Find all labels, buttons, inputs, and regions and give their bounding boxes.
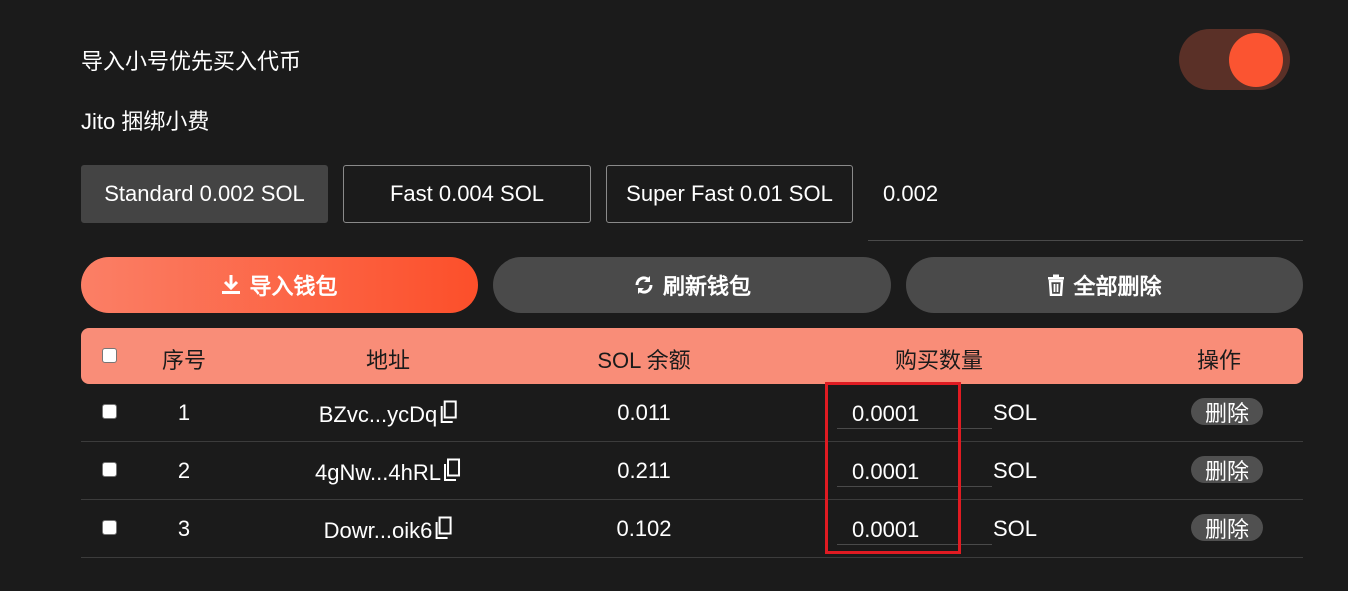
row-address: BZvc...ycDq — [319, 400, 458, 430]
delete-row-button[interactable]: 删除 — [1191, 398, 1263, 426]
header-address: 地址 — [365, 348, 411, 373]
row-checkbox[interactable] — [102, 462, 117, 477]
buy-amount-input[interactable] — [837, 442, 992, 487]
toggle-knob — [1229, 33, 1283, 87]
delete-all-button[interactable]: 全部删除 — [906, 257, 1303, 313]
address-text: 4gNw...4hRL — [315, 460, 441, 485]
jito-tip-label: Jito 捆绑小费 — [81, 109, 210, 134]
wallet-table-header: 序号 地址 SOL 余额 购买数量 操作 — [81, 328, 1303, 384]
row-index: 1 — [177, 400, 191, 425]
header-actions: 操作 — [1196, 348, 1242, 373]
row-index: 2 — [177, 458, 191, 483]
delete-row-button[interactable]: 删除 — [1191, 514, 1263, 542]
address-text: BZvc...ycDq — [318, 402, 438, 427]
row-checkbox[interactable] — [102, 404, 117, 419]
row-index: 3 — [177, 516, 191, 541]
trash-icon — [1047, 274, 1065, 296]
refresh-icon — [633, 274, 655, 296]
row-balance: 0.011 — [617, 400, 671, 425]
table-row: 3 Dowr...oik6 0.102 SOL 删除 — [81, 500, 1303, 558]
refresh-wallet-button[interactable]: 刷新钱包 — [493, 257, 891, 313]
custom-fee-input[interactable] — [868, 165, 1303, 241]
address-text: Dowr...oik6 — [323, 518, 433, 543]
buy-amount-input[interactable] — [837, 500, 992, 545]
download-icon — [221, 274, 241, 296]
table-row: 2 4gNw...4hRL 0.211 SOL 删除 — [81, 442, 1303, 500]
refresh-wallet-label: 刷新钱包 — [662, 274, 751, 299]
row-checkbox[interactable] — [102, 520, 117, 535]
row-balance: 0.211 — [617, 458, 671, 483]
copy-icon[interactable] — [434, 516, 452, 546]
fee-superfast-button[interactable]: Super Fast 0.01 SOL — [606, 165, 853, 223]
amount-unit: SOL — [993, 400, 1038, 425]
delete-all-label: 全部删除 — [1073, 274, 1162, 299]
fee-standard-button[interactable]: Standard 0.002 SOL — [81, 165, 328, 223]
row-balance: 0.102 — [616, 516, 672, 541]
row-address: Dowr...oik6 — [324, 516, 453, 546]
import-wallet-label: 导入钱包 — [249, 274, 338, 299]
delete-row-button[interactable]: 删除 — [1191, 456, 1263, 484]
header-index: 序号 — [161, 348, 207, 373]
header-balance: SOL 余额 — [597, 348, 691, 373]
buy-amount-input[interactable] — [837, 384, 992, 429]
amount-unit: SOL — [993, 458, 1038, 483]
header-amount: 购买数量 — [894, 348, 984, 373]
copy-icon[interactable] — [439, 400, 457, 430]
amount-unit: SOL — [993, 516, 1038, 541]
row-address: 4gNw...4hRL — [315, 458, 461, 488]
priority-buy-label: 导入小号优先买入代币 — [81, 49, 302, 74]
fee-fast-button[interactable]: Fast 0.004 SOL — [343, 165, 591, 223]
select-all-checkbox[interactable] — [102, 348, 117, 363]
import-wallet-button[interactable]: 导入钱包 — [81, 257, 478, 313]
priority-buy-toggle[interactable] — [1179, 29, 1290, 90]
table-row: 1 BZvc...ycDq 0.011 SOL 删除 — [81, 384, 1303, 442]
copy-icon[interactable] — [443, 458, 461, 488]
